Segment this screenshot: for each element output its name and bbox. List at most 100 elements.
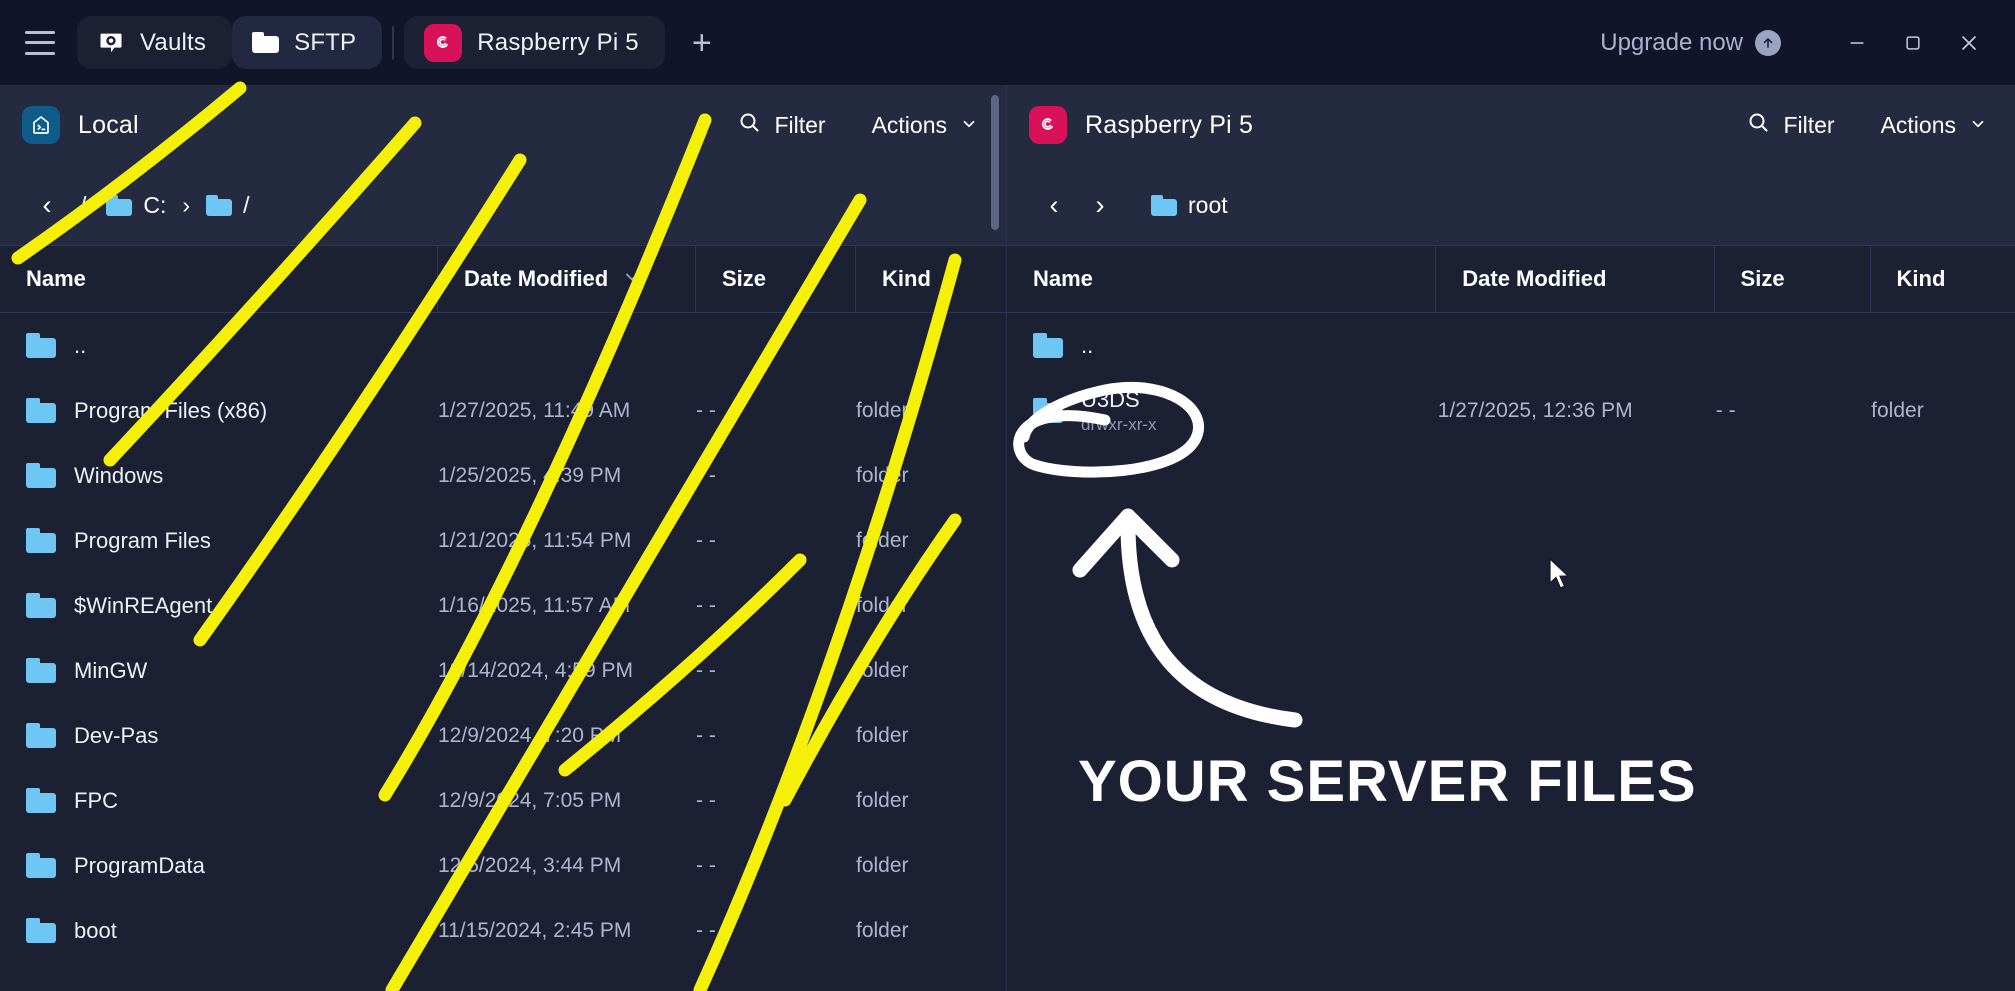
row-size-cell: - - [696, 919, 856, 943]
breadcrumb-root[interactable]: / [70, 192, 96, 219]
row-kind-cell: folder [856, 659, 1006, 683]
local-back-button[interactable]: ‹ [24, 182, 70, 228]
row-name-label: ProgramData [74, 853, 205, 879]
remote-back-button[interactable]: ‹ [1031, 182, 1077, 228]
tab-raspberry-pi-5[interactable]: Raspberry Pi 5 [404, 16, 665, 69]
remote-actions-button[interactable]: Actions [1881, 112, 1987, 139]
row-size-cell: - - [1716, 399, 1871, 423]
column-header-name[interactable]: Name [1007, 245, 1436, 313]
remote-actions-label: Actions [1881, 112, 1956, 139]
row-size-cell: - - [696, 724, 856, 748]
table-row[interactable]: .. [0, 313, 1006, 378]
folder-icon [26, 918, 56, 943]
table-row[interactable]: Windows1/25/2025, 4:39 PM- -folder [0, 443, 1006, 508]
breadcrumb-root-folder[interactable]: root [1141, 192, 1238, 219]
row-size-cell: - - [696, 529, 856, 553]
local-breadcrumb: ‹ / C: › / [0, 165, 1006, 245]
local-pane-actions: Filter Actions [737, 110, 978, 140]
row-size-cell: - - [696, 659, 856, 683]
table-row[interactable]: .. [1007, 313, 2015, 378]
breadcrumb-c-drive[interactable]: C: [96, 192, 176, 219]
column-header-date-modified-label: Date Modified [1462, 266, 1606, 292]
row-size-cell: - - [696, 464, 856, 488]
column-header-kind[interactable]: Kind [856, 245, 1006, 313]
column-header-size[interactable]: Size [1715, 245, 1871, 313]
local-pane-header: Local Filter Actions [0, 85, 1006, 165]
column-header-size[interactable]: Size [696, 245, 856, 313]
minimize-button[interactable] [1829, 15, 1885, 71]
folder-icon [1151, 195, 1177, 216]
local-filter-button[interactable]: Filter [737, 110, 825, 140]
table-row[interactable]: boot 11/15/2024, 2:45 PM- -folder [0, 898, 1006, 963]
dual-pane-container: Local Filter Actions [0, 85, 2015, 991]
table-row[interactable]: MinGW12/14/2024, 4:59 PM- -folder [0, 638, 1006, 703]
row-kind-cell: folder [856, 724, 1006, 748]
table-row[interactable]: U3DSdrwxr-xr-x1/27/2025, 12:36 PM- -fold… [1007, 378, 2015, 443]
row-name-stack: MinGW [74, 658, 147, 684]
column-header-kind[interactable]: Kind [1871, 245, 2015, 313]
local-actions-button[interactable]: Actions [872, 112, 978, 139]
row-date-cell: 12/5/2024, 3:44 PM [438, 854, 696, 878]
row-name-label: FPC [74, 788, 118, 814]
upgrade-now-button[interactable]: Upgrade now [1600, 29, 1781, 57]
remote-breadcrumb: ‹ › root [1007, 165, 2015, 245]
tab-sftp[interactable]: SFTP [232, 16, 382, 69]
folder-icon [206, 195, 232, 216]
row-name-stack: Windows [74, 463, 163, 489]
row-name-stack: FPC [74, 788, 118, 814]
folder-icon [26, 528, 56, 553]
remote-pane-title: Raspberry Pi 5 [1085, 111, 1253, 140]
row-name-cell: U3DSdrwxr-xr-x [1007, 387, 1438, 435]
local-actions-label: Actions [872, 112, 947, 139]
local-filter-label: Filter [774, 112, 825, 139]
local-file-list[interactable]: .. Program Files (x86)1/27/2025, 11:49 AM… [0, 313, 1006, 963]
table-row[interactable]: $WinREAgent1/16/2025, 11:57 AM- -folder [0, 573, 1006, 638]
folder-icon [26, 788, 56, 813]
table-row[interactable]: Dev-Pas12/9/2024, 7:20 PM- -folder [0, 703, 1006, 768]
remote-pane: Raspberry Pi 5 Filter Actions [1007, 85, 2015, 991]
chevron-down-icon [1969, 112, 1987, 139]
row-kind-cell: folder [1871, 399, 2015, 423]
table-row[interactable]: Program Files1/21/2025, 11:54 PM- -folde… [0, 508, 1006, 573]
table-row[interactable]: FPC12/9/2024, 7:05 PM- -folder [0, 768, 1006, 833]
row-size-cell: - - [696, 854, 856, 878]
row-date-cell: 1/27/2025, 11:49 AM [438, 399, 696, 423]
close-button[interactable] [1941, 15, 1997, 71]
row-name-label: $WinREAgent [74, 593, 212, 619]
remote-forward-button[interactable]: › [1077, 182, 1123, 228]
row-name-cell: Dev-Pas [0, 723, 438, 749]
tab-vaults-label: Vaults [140, 29, 206, 57]
column-header-size-label: Size [1741, 266, 1785, 292]
folder-icon [252, 32, 279, 53]
maximize-button[interactable] [1885, 15, 1941, 71]
new-tab-button[interactable]: + [679, 20, 725, 66]
tab-vaults[interactable]: Vaults [77, 16, 232, 69]
row-name-label: boot [74, 918, 117, 944]
breadcrumb-root-folder-label: root [1188, 192, 1228, 219]
column-header-date-modified[interactable]: Date Modified [1436, 245, 1714, 313]
remote-filter-button[interactable]: Filter [1746, 110, 1834, 140]
column-header-date-modified[interactable]: Date Modified [438, 245, 696, 313]
hamburger-menu-icon[interactable] [25, 31, 55, 55]
local-column-headers: Name Date Modified Size Kind [0, 245, 1006, 313]
local-scrollbar[interactable] [991, 95, 999, 230]
row-name-label: MinGW [74, 658, 147, 684]
tab-sftp-label: SFTP [294, 29, 356, 57]
terminal-home-icon [22, 106, 60, 144]
breadcrumb-separator: › [176, 192, 196, 219]
row-name-label: .. [74, 333, 86, 359]
row-date-cell: 11/15/2024, 2:45 PM [438, 919, 696, 943]
column-header-name[interactable]: Name [0, 245, 438, 313]
row-kind-cell: folder [856, 919, 1006, 943]
table-row[interactable]: Program Files (x86)1/27/2025, 11:49 AM- … [0, 378, 1006, 443]
breadcrumb-slash[interactable]: / [196, 192, 259, 219]
remote-file-list[interactable]: ..U3DSdrwxr-xr-x1/27/2025, 12:36 PM- -fo… [1007, 313, 2015, 443]
row-kind-cell: folder [856, 789, 1006, 813]
table-row[interactable]: ProgramData12/5/2024, 3:44 PM- -folder [0, 833, 1006, 898]
upgrade-arrow-icon [1755, 30, 1781, 56]
row-date-cell: 1/25/2025, 4:39 PM [438, 464, 696, 488]
remote-filter-label: Filter [1783, 112, 1834, 139]
row-name-cell: ProgramData [0, 853, 438, 879]
remote-pane-header: Raspberry Pi 5 Filter Actions [1007, 85, 2015, 165]
column-header-kind-label: Kind [882, 266, 931, 292]
